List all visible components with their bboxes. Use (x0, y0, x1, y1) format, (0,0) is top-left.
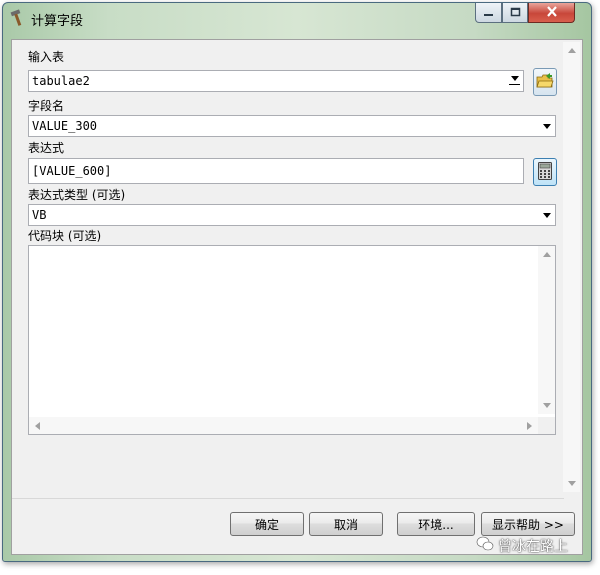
expression-input[interactable]: [VALUE_600] (28, 158, 524, 184)
show-help-button[interactable]: 显示帮助 >> (481, 512, 575, 536)
environments-button[interactable]: 环境... (397, 512, 475, 536)
expression-type-value: VB (32, 208, 47, 222)
minimize-button[interactable] (475, 3, 502, 23)
scroll-corner (538, 417, 555, 434)
field-name-combo[interactable]: VALUE_300 (28, 115, 556, 137)
chevron-down-icon[interactable] (505, 71, 523, 91)
scroll-down-icon[interactable] (543, 403, 551, 408)
expression-type-combo[interactable]: VB (28, 204, 556, 226)
scroll-up-icon[interactable] (543, 252, 551, 257)
input-table-label: 输入表 (28, 50, 65, 64)
code-block-label: 代码块 (可选) (28, 229, 102, 243)
cancel-button[interactable]: 取消 (309, 512, 383, 536)
maximize-icon (510, 6, 521, 20)
window-title: 计算字段 (31, 14, 84, 29)
browse-button[interactable] (533, 68, 557, 96)
watermark-text: 曾冰在路上 (498, 539, 568, 555)
show-help-button-label: 显示帮助 >> (492, 517, 564, 532)
minimize-icon (483, 6, 494, 20)
dialog-body: 输入表 tabulae2 字段名 VALUE_300 表达式 [VALUE_60… (11, 39, 583, 555)
button-separator (12, 498, 564, 499)
code-vertical-scrollbar[interactable] (538, 246, 555, 414)
maximize-button[interactable] (502, 3, 528, 23)
code-block-input[interactable] (28, 245, 556, 435)
expression-builder-button[interactable] (533, 158, 557, 186)
dialog-window: 计算字段 输入表 tabulae2 字段名 VALUE_300 表达式 [VAL… (2, 2, 592, 562)
field-name-label: 字段名 (28, 99, 65, 113)
close-icon (546, 5, 558, 20)
cancel-button-label: 取消 (333, 517, 358, 532)
dialog-vertical-scrollbar[interactable] (563, 42, 580, 492)
ok-button-label: 确定 (254, 517, 279, 532)
open-folder-icon (536, 72, 554, 92)
ok-button[interactable]: 确定 (230, 512, 304, 536)
scroll-down-icon[interactable] (568, 481, 576, 486)
scroll-right-icon[interactable] (527, 422, 532, 430)
scroll-up-icon[interactable] (568, 48, 576, 53)
environments-button-label: 环境... (418, 517, 454, 532)
watermark: 曾冰在路上 (476, 536, 568, 556)
code-horizontal-scrollbar[interactable] (29, 417, 538, 434)
hammer-icon (9, 9, 27, 27)
input-table-combo[interactable]: tabulae2 (28, 70, 524, 92)
expression-label: 表达式 (28, 141, 65, 155)
close-button[interactable] (528, 3, 575, 23)
expression-value: [VALUE_600] (32, 164, 112, 178)
input-table-value: tabulae2 (32, 74, 90, 88)
expression-type-label: 表达式类型 (可选) (28, 188, 126, 202)
calculator-icon (538, 161, 552, 183)
chevron-down-icon[interactable] (543, 124, 551, 129)
scroll-left-icon[interactable] (35, 422, 40, 430)
chevron-down-icon[interactable] (543, 213, 551, 218)
wechat-icon (476, 536, 494, 556)
field-name-value: VALUE_300 (32, 119, 98, 133)
title-bar[interactable]: 计算字段 (3, 3, 591, 31)
